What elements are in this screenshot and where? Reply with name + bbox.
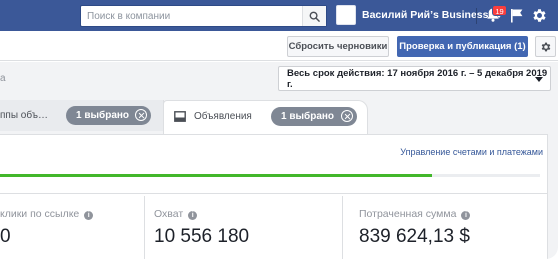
metric-reach: Охват i 10 556 180 xyxy=(144,196,342,259)
selection-pill[interactable]: 1 выбрано xyxy=(66,106,151,125)
search-input[interactable] xyxy=(81,6,303,26)
business-avatar xyxy=(336,5,356,25)
chevron-down-icon xyxy=(535,77,543,82)
gear-icon[interactable] xyxy=(531,7,548,24)
tab-ads[interactable]: Объявления 1 выбрано xyxy=(163,100,368,134)
toolbar: Сбросить черновики Проверка и публикация… xyxy=(0,31,558,61)
info-icon[interactable]: i xyxy=(461,211,471,220)
selection-count: 1 выбрано xyxy=(281,111,335,122)
account-switcher[interactable]: Василий Рий’s Business xyxy=(336,4,503,26)
ads-manager-icon xyxy=(174,111,186,122)
flag-icon[interactable] xyxy=(510,8,524,23)
top-navigation-bar: Василий Рий’s Business 19 xyxy=(0,0,558,31)
spend-progress-fill xyxy=(0,174,432,177)
results-panel: Управление счетами и платежами клики по … xyxy=(0,134,548,259)
search-icon xyxy=(309,11,320,22)
spend-progress-bar xyxy=(0,174,540,177)
metric-value: 10 556 180 xyxy=(154,226,250,247)
date-range-picker[interactable]: Весь срок действия: 17 ноября 2016 г. – … xyxy=(278,66,551,91)
selection-pill[interactable]: 1 выбрано xyxy=(271,107,357,126)
tab-label: ппы объ… xyxy=(0,110,49,121)
info-icon[interactable]: i xyxy=(84,211,94,220)
filter-text-fragment: а xyxy=(0,73,6,84)
tab-ad-sets[interactable]: ппы объ… 1 выбрано xyxy=(0,100,164,131)
app-frame: Василий Рий’s Business 19 Сбросить черно… xyxy=(0,0,558,259)
search-box xyxy=(80,5,327,27)
info-icon[interactable]: i xyxy=(188,211,198,220)
gear-icon xyxy=(541,42,550,51)
selection-count: 1 выбрано xyxy=(76,110,130,121)
reset-drafts-button[interactable]: Сбросить черновики xyxy=(287,36,389,57)
metric-link-clicks: клики по ссылке i 0 xyxy=(0,196,144,259)
manage-billing-link[interactable]: Управление счетами и платежами xyxy=(400,147,543,157)
metric-label: Потраченная сумма i xyxy=(359,208,471,220)
metric-label: клики по ссылке i xyxy=(0,208,94,220)
metric-value: 839 624,13 $ xyxy=(359,226,470,247)
divider xyxy=(476,8,477,24)
notification-badge: 19 xyxy=(492,5,507,16)
metric-value: 0 xyxy=(0,226,11,247)
date-range-label: Весь срок действия: 17 ноября 2016 г. – … xyxy=(287,67,548,90)
review-and-publish-button[interactable]: Проверка и публикация (1) xyxy=(397,36,528,57)
metric-label: Охват i xyxy=(154,208,198,220)
close-icon[interactable] xyxy=(341,110,353,122)
close-icon[interactable] xyxy=(135,109,147,121)
divider xyxy=(0,193,548,194)
tab-label: Объявления xyxy=(194,111,252,122)
account-name: Василий Рий’s Business xyxy=(362,9,489,21)
main-content: а Весь срок действия: 17 ноября 2016 г. … xyxy=(0,62,558,259)
metric-amount-spent: Потраченная сумма i 839 624,13 $ xyxy=(342,196,548,259)
settings-button[interactable] xyxy=(535,36,556,57)
search-button[interactable] xyxy=(302,6,326,26)
